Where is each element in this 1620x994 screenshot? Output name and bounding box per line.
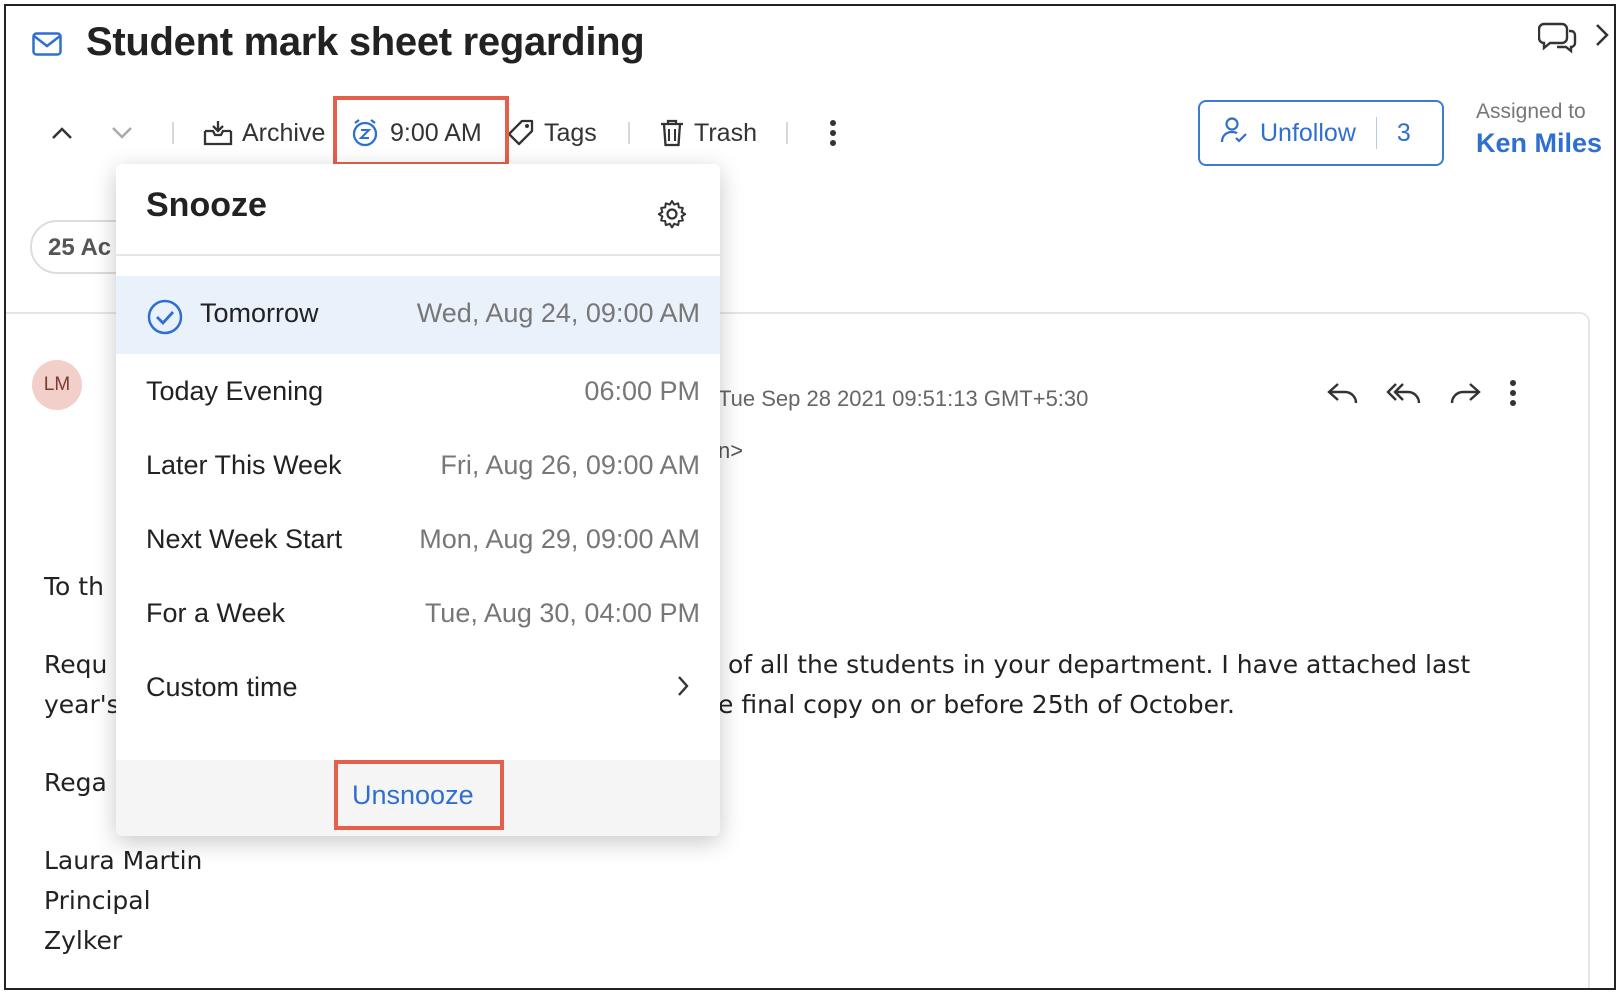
forward-icon[interactable] [1448,380,1482,411]
message-recipient: n> [718,438,744,463]
archive-label: Archive [242,118,326,147]
assigned-to-label: Assigned to [1476,100,1586,123]
check-circle-icon [146,298,184,343]
snooze-option-time: 06:00 PM [584,376,700,406]
chevron-right-icon[interactable] [1594,22,1610,53]
user-check-icon [1220,116,1248,151]
snooze-option-today-evening[interactable]: Today Evening 06:00 PM [116,354,720,432]
more-vertical-icon [830,120,836,146]
previous-button[interactable] [50,98,74,168]
snooze-option-next-week-start[interactable]: Next Week Start Mon, Aug 29, 09:00 AM [116,502,720,580]
snooze-option-label: Later This Week [146,450,342,480]
snooze-option-label: Next Week Start [146,524,343,554]
message-more-icon[interactable] [1508,378,1518,413]
snooze-option-tomorrow[interactable]: Tomorrow Wed, Aug 24, 09:00 AM [116,276,720,354]
body-line-1-right: of all the students in your department. … [728,650,1471,679]
avatar[interactable]: LM [32,360,82,410]
chevron-up-icon [52,127,72,139]
snooze-option-label: Today Evening [146,376,324,406]
toolbar-divider [172,122,174,144]
snooze-option-time: Wed, Aug 24, 09:00 AM [416,298,700,328]
snooze-button-highlight [333,96,509,166]
snooze-option-label: Custom time [146,672,298,702]
more-options-button[interactable] [828,98,838,168]
snooze-option-label: Tomorrow [200,298,319,328]
email-window: Student mark sheet regarding Archive 9:0… [4,4,1616,990]
trash-button[interactable]: Trash [658,98,757,168]
signature-title: Principal [44,886,151,915]
signature-org: Zylker [44,926,123,955]
toolbar-divider [628,122,630,144]
snooze-title: Snooze [146,186,267,224]
tags-label: Tags [544,118,597,147]
body-line-1-left: Requ [44,650,108,679]
message-date: Tue Sep 28 2021 09:51:13 GMT+5:30 [718,386,1089,411]
chevron-right-icon [676,674,690,705]
trash-icon [661,119,683,147]
reply-all-icon[interactable] [1386,380,1422,411]
next-button[interactable] [110,98,134,168]
snooze-option-time: Tue, Aug 30, 04:00 PM [424,598,700,628]
snooze-option-time: Mon, Aug 29, 09:00 AM [419,524,700,554]
body-greeting: To th [44,572,104,601]
unfollow-divider [1375,117,1377,149]
chevron-down-icon [112,127,132,139]
snooze-option-for-a-week[interactable]: For a Week Tue, Aug 30, 04:00 PM [116,576,720,654]
gear-icon[interactable] [656,198,688,235]
snooze-option-later-this-week[interactable]: Later This Week Fri, Aug 26, 09:00 AM [116,428,720,506]
body-line-2-right: e final copy on or before 25th of Octobe… [718,690,1235,719]
body-regards: Rega [44,768,107,797]
page-title: Student mark sheet regarding [86,20,645,64]
archive-button[interactable]: Archive [202,98,325,168]
signature-name: Laura Martin [44,846,203,875]
trash-label: Trash [694,118,757,147]
tags-button[interactable]: Tags [506,98,597,168]
unfollow-label: Unfollow [1260,118,1356,147]
tag-icon [507,119,534,146]
reply-icon[interactable] [1326,380,1360,411]
unsnooze-highlight [334,760,504,830]
body-line-2-left: year's [44,690,120,719]
snooze-option-custom-time[interactable]: Custom time [116,650,720,728]
snooze-popover: Snooze Tomorrow Wed, Aug 24, 09:00 AM To… [116,164,720,836]
follower-count: 3 [1396,118,1411,147]
archive-icon [203,121,233,146]
assignee-name[interactable]: Ken Miles [1476,128,1602,159]
mail-icon [32,32,62,61]
snooze-divider [116,254,720,256]
toolbar-divider [786,122,788,144]
snooze-option-label: For a Week [146,598,286,628]
comments-icon[interactable] [1537,20,1578,61]
unfollow-button[interactable]: Unfollow 3 [1198,100,1444,166]
message-actions [1326,378,1518,413]
snooze-option-time: Fri, Aug 26, 09:00 AM [440,450,700,480]
